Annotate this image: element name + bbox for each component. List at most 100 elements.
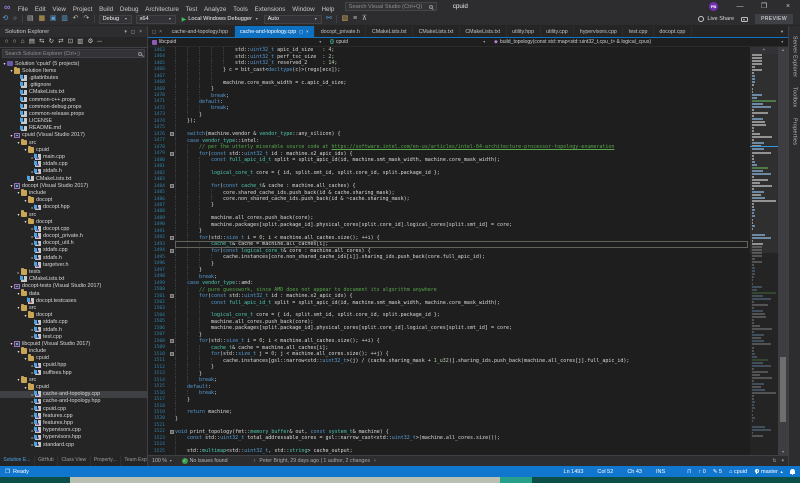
tree-item[interactable]: ▾ cpuid [0, 145, 147, 153]
tree-item[interactable]: ▸ main.cpp [0, 153, 147, 160]
comment-icon[interactable]: ≡ [351, 13, 360, 25]
menu-item-window[interactable]: Window [289, 6, 318, 13]
editor-tab[interactable]: test.cpp [623, 26, 654, 37]
branch-indicator[interactable]: master ▲ [754, 469, 783, 475]
tree-item[interactable]: ▸ cache-and-topology.hpp [0, 397, 147, 405]
panel-tab-github[interactable]: GitHub [35, 455, 59, 466]
prev-change-icon[interactable]: ‹ [254, 458, 256, 464]
pin-icon[interactable]: ◻ [131, 29, 135, 35]
tree-item[interactable]: ▸ stdafx.h [0, 253, 147, 261]
menu-item-test[interactable]: Test [182, 6, 200, 13]
pending-edits[interactable]: ✎ 5 [713, 469, 722, 475]
fold-marker-icon[interactable] [168, 151, 175, 156]
tree-item[interactable]: ▾ cpuid [0, 382, 147, 390]
start-debugging-icon[interactable]: ▶ [182, 16, 187, 23]
tree-item[interactable]: ▾ Solution 'cpuid' (5 projects) [0, 60, 147, 67]
vertical-scrollbar[interactable]: ▲ ▼ [778, 47, 788, 455]
scrollbar-thumb[interactable] [780, 357, 786, 423]
editor-tab[interactable]: hypervisors.cpp [574, 26, 624, 37]
configuration-select[interactable]: Debug ▼ [98, 14, 132, 24]
breadcrumb-project-dropdown[interactable]: libcpuid ▼ [148, 38, 326, 46]
tree-item[interactable]: .gitignore [0, 81, 147, 89]
fold-marker-icon[interactable] [168, 352, 175, 357]
tree-item[interactable]: ▸ docopt_util.h [0, 239, 147, 247]
tree-item[interactable]: CMakeLists.txt [0, 88, 147, 96]
health-status-label[interactable]: No issues found [190, 458, 228, 464]
tree-item[interactable]: stdafx.cpp [0, 318, 147, 326]
tree-item[interactable]: stdafx.cpp [0, 160, 147, 168]
minus-icon[interactable]: ─ [96, 37, 104, 47]
run-target-label[interactable]: Local Windows Debugger [188, 16, 252, 22]
tree-item[interactable]: ▸ cache-and-topology.cpp [0, 390, 147, 398]
fold-marker-icon[interactable] [168, 429, 175, 434]
panel-tab-team-expl-[interactable]: Team Expl... [121, 455, 147, 466]
menu-item-architecture[interactable]: Architecture [142, 6, 182, 13]
scroll-down-icon[interactable]: ▼ [778, 450, 788, 454]
split-window-handle[interactable]: + [750, 47, 778, 54]
editor-tab[interactable]: CMakeLists.txt [413, 26, 460, 37]
code-editor[interactable]: 1463 std:: uint32_t apic_id_size : 4; 1464 s… [148, 47, 788, 455]
forward-icon[interactable]: ○ [11, 37, 18, 47]
properties-icon[interactable]: ⚙ [86, 37, 95, 47]
editor-tab[interactable]: CMakeLists.txt [366, 26, 414, 37]
editor-tab[interactable]: cache-and-topology.hpp [166, 26, 235, 37]
menu-item-view[interactable]: View [49, 6, 69, 13]
editor-tab[interactable]: docopt.cpp [654, 26, 692, 37]
tree-item[interactable]: README.md [0, 124, 147, 132]
menu-item-extensions[interactable]: Extensions [251, 6, 289, 13]
tree-item[interactable]: ▾ data [0, 289, 147, 297]
tree-item[interactable]: ▾ docopt [0, 311, 147, 319]
tree-item[interactable]: ▾ docopt [0, 217, 147, 225]
tree-item[interactable]: ▸ docopt_private.h [0, 232, 147, 240]
menu-item-edit[interactable]: Edit [31, 6, 49, 13]
switch-views-icon[interactable]: ▤ [27, 37, 36, 47]
menu-item-analyze[interactable]: Analyze [201, 6, 230, 13]
solution-explorer-header[interactable]: Solution Explorer ▾ ◻ × [0, 26, 147, 37]
menu-item-build[interactable]: Build [96, 6, 117, 13]
tree-item[interactable]: ▾ src [0, 303, 147, 311]
sync-with-active-document-icon[interactable]: ⇄ [57, 37, 66, 47]
close-button[interactable]: × [776, 0, 800, 13]
tree-item[interactable]: stdafx.cpp [0, 246, 147, 254]
editor-tab[interactable]: CMakeLists.txt [460, 26, 507, 37]
tree-item[interactable]: ▾ docopt [0, 196, 147, 204]
git-commit-info[interactable]: ‹ Peter Bright, 29 days ago | 1 author, … [254, 458, 376, 464]
minimap[interactable]: + [750, 47, 778, 455]
menu-item-debug[interactable]: Debug [117, 6, 142, 13]
back-icon[interactable]: ○ [3, 37, 10, 47]
pending-changes-icon[interactable]: ⇆ [37, 37, 46, 47]
scroll-up-icon[interactable]: ▲ [778, 48, 788, 52]
expand-icon[interactable]: ⇅ [772, 458, 776, 464]
tree-item[interactable]: ▾ src [0, 210, 147, 218]
tree-item[interactable]: ▾ cpuid [0, 354, 147, 362]
tree-item[interactable]: ▸ cpuid.cpp [0, 404, 147, 412]
tree-item[interactable]: ▸ features.hpp [0, 419, 147, 426]
hyperlink[interactable]: https://software.intel.com/en-us/article… [331, 144, 614, 150]
tree-item[interactable]: LICENSE [0, 117, 147, 125]
fold-marker-icon[interactable] [168, 294, 175, 299]
platform-select[interactable]: x64 ▼ [135, 14, 176, 24]
toolbox-pin-icon[interactable]: ◻ [152, 29, 156, 35]
side-tab-properties[interactable]: Properties [792, 118, 798, 145]
character-indicator[interactable]: Ch 43 [627, 469, 642, 475]
column-indicator[interactable]: Col 52 [597, 469, 613, 475]
menu-item-project[interactable]: Project [69, 6, 95, 13]
panel-tab-property-[interactable]: Property... [91, 455, 121, 466]
menu-item-help[interactable]: Help [318, 6, 338, 13]
menu-item-tools[interactable]: Tools [230, 6, 251, 13]
close-panel-icon[interactable]: × [139, 29, 142, 35]
tree-item[interactable]: ▾ include [0, 188, 147, 196]
bookmark-icon[interactable]: ⊼ [360, 13, 370, 25]
side-tab-server-explorer[interactable]: Server Explorer [792, 36, 798, 77]
tree-item[interactable]: ▸ features.cpp [0, 412, 147, 419]
maximize-button[interactable]: ❐ [752, 0, 776, 13]
insert-mode-indicator[interactable]: INS [656, 469, 665, 475]
minimap-viewport[interactable] [750, 54, 778, 253]
fold-marker-icon[interactable] [168, 248, 175, 253]
tree-item[interactable]: ▾ src [0, 375, 147, 383]
window-position-icon[interactable]: ▾ [124, 29, 127, 35]
task-list-icon[interactable]: ⊓ [687, 469, 691, 475]
repository-indicator[interactable]: ⌂ cpuid [729, 469, 747, 475]
editor-tab[interactable]: utility.cpp [541, 26, 575, 37]
tree-item[interactable]: ▾ include [0, 347, 147, 355]
